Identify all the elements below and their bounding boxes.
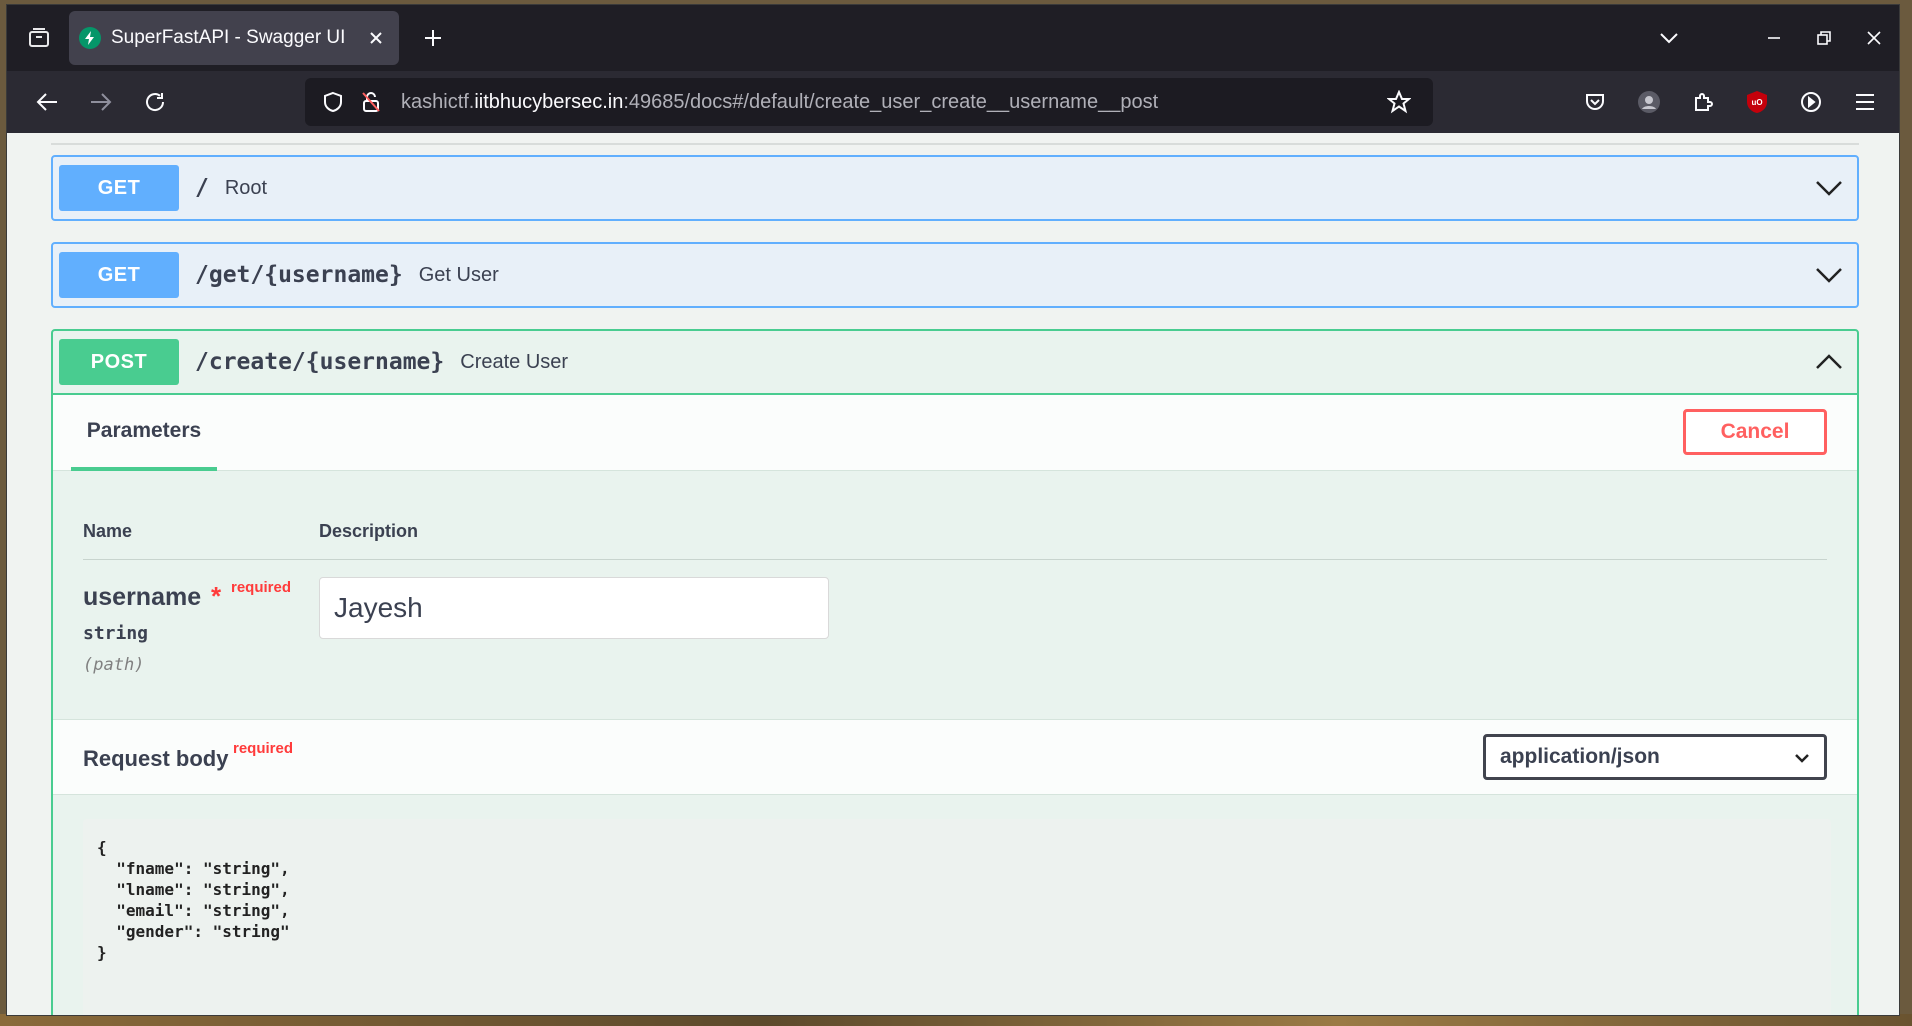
tab-swagger[interactable]: SuperFastAPI - Swagger UI bbox=[69, 11, 399, 65]
code-line: "lname": "string", bbox=[97, 880, 290, 899]
minimize-icon[interactable] bbox=[1749, 18, 1799, 58]
required-label: required bbox=[233, 740, 294, 757]
swagger-page: GET / Root GET /get/{username} Get User bbox=[7, 133, 1899, 1015]
shield-icon[interactable] bbox=[317, 86, 349, 118]
method-badge: GET bbox=[59, 165, 179, 211]
navigation-bar: kashictf.iitbhucybersec.in:49685/docs#/d… bbox=[7, 71, 1899, 133]
request-body-header: Request body required application/json bbox=[53, 719, 1857, 795]
code-line: } bbox=[97, 943, 107, 962]
param-location: (path) bbox=[83, 655, 145, 675]
code-line: "gender": "string" bbox=[97, 922, 290, 941]
address-bar[interactable]: kashictf.iitbhucybersec.in:49685/docs#/d… bbox=[305, 78, 1433, 126]
close-window-icon[interactable] bbox=[1849, 18, 1899, 58]
window-controls bbox=[1749, 5, 1899, 71]
chevron-down-icon[interactable] bbox=[1811, 171, 1847, 205]
col-header-name: Name bbox=[83, 521, 133, 541]
list-all-tabs-chevron-icon[interactable] bbox=[1649, 18, 1689, 58]
opblock-get-user: GET /get/{username} Get User bbox=[51, 242, 1859, 308]
fastapi-favicon-icon bbox=[79, 27, 101, 49]
reload-icon[interactable] bbox=[133, 80, 177, 124]
tab-parameters[interactable]: Parameters bbox=[71, 395, 217, 471]
bookmark-star-icon[interactable] bbox=[1383, 86, 1415, 118]
extension-avatar-icon[interactable] bbox=[1627, 80, 1671, 124]
request-body-editor[interactable]: { "fname": "string", "lname": "string", … bbox=[83, 819, 1831, 1015]
forward-arrow-icon[interactable] bbox=[79, 80, 123, 124]
op-path: /create/{username} bbox=[195, 349, 445, 375]
chevron-down-icon[interactable] bbox=[1811, 258, 1847, 292]
method-badge: GET bbox=[59, 252, 179, 298]
svg-text:uO: uO bbox=[1751, 98, 1762, 107]
username-input[interactable] bbox=[319, 577, 829, 639]
new-tab-plus-icon[interactable] bbox=[413, 18, 453, 58]
pocket-icon[interactable] bbox=[1573, 80, 1617, 124]
tab-bar: SuperFastAPI - Swagger UI bbox=[7, 5, 1899, 71]
divider bbox=[51, 143, 1859, 145]
code-line: { bbox=[97, 838, 107, 857]
opblock-summary-create-user[interactable]: POST /create/{username} Create User bbox=[53, 331, 1857, 393]
cancel-button[interactable]: Cancel bbox=[1683, 409, 1827, 455]
ublock-icon[interactable]: uO bbox=[1735, 80, 1779, 124]
opblock-get-root: GET / Root bbox=[51, 155, 1859, 221]
required-star: * bbox=[211, 581, 222, 611]
browser-window: SuperFastAPI - Swagger UI kashictf.iitbh… bbox=[6, 4, 1900, 1016]
chevron-down-icon bbox=[1794, 745, 1810, 769]
required-label: required bbox=[231, 579, 292, 596]
extension-play-icon[interactable] bbox=[1789, 80, 1833, 124]
parameters-header: Parameters Cancel bbox=[53, 395, 1857, 471]
extensions-puzzle-icon[interactable] bbox=[1681, 80, 1725, 124]
request-body-title: Request body bbox=[83, 746, 229, 771]
url-text[interactable]: kashictf.iitbhucybersec.in:49685/docs#/d… bbox=[401, 91, 1383, 114]
insecure-lock-icon[interactable] bbox=[355, 86, 387, 118]
param-name: username bbox=[83, 583, 202, 611]
col-header-description: Description bbox=[319, 521, 419, 541]
op-summary-text: Get User bbox=[418, 263, 499, 286]
back-arrow-icon[interactable] bbox=[25, 80, 69, 124]
restore-icon[interactable] bbox=[1799, 18, 1849, 58]
parameters-table: Name Description username * required str… bbox=[53, 471, 1857, 719]
header-divider bbox=[83, 559, 1827, 560]
method-badge: POST bbox=[59, 339, 179, 385]
tab-title: SuperFastAPI - Swagger UI bbox=[111, 27, 346, 48]
op-path: / bbox=[195, 175, 209, 201]
op-summary-text: Root bbox=[224, 176, 268, 199]
url-domain: iitbhucybersec.in bbox=[474, 90, 624, 113]
url-subdomain: kashictf. bbox=[401, 90, 475, 113]
param-type: string bbox=[83, 623, 149, 644]
opblock-summary-get-user[interactable]: GET /get/{username} Get User bbox=[53, 244, 1857, 306]
url-path: :49685/docs#/default/create_user_create_… bbox=[623, 90, 1159, 113]
opblock-post-create-user: POST /create/{username} Create User Para… bbox=[51, 329, 1859, 1015]
content-type-select[interactable]: application/json bbox=[1483, 734, 1827, 780]
opblock-summary-root[interactable]: GET / Root bbox=[53, 157, 1857, 219]
close-tab-icon[interactable] bbox=[363, 25, 389, 51]
code-line: "email": "string", bbox=[97, 901, 290, 920]
content-type-value: application/json bbox=[1500, 745, 1660, 768]
op-path: /get/{username} bbox=[195, 262, 403, 288]
toolbar-right: uO bbox=[1563, 80, 1887, 124]
chevron-up-icon[interactable] bbox=[1811, 345, 1847, 379]
code-line: "fname": "string", bbox=[97, 859, 290, 878]
op-summary-text: Create User bbox=[460, 350, 569, 373]
tab-overview-icon[interactable] bbox=[19, 18, 59, 58]
hamburger-menu-icon[interactable] bbox=[1843, 80, 1887, 124]
opblock-body: Parameters Cancel Name Description usern… bbox=[53, 393, 1857, 1015]
